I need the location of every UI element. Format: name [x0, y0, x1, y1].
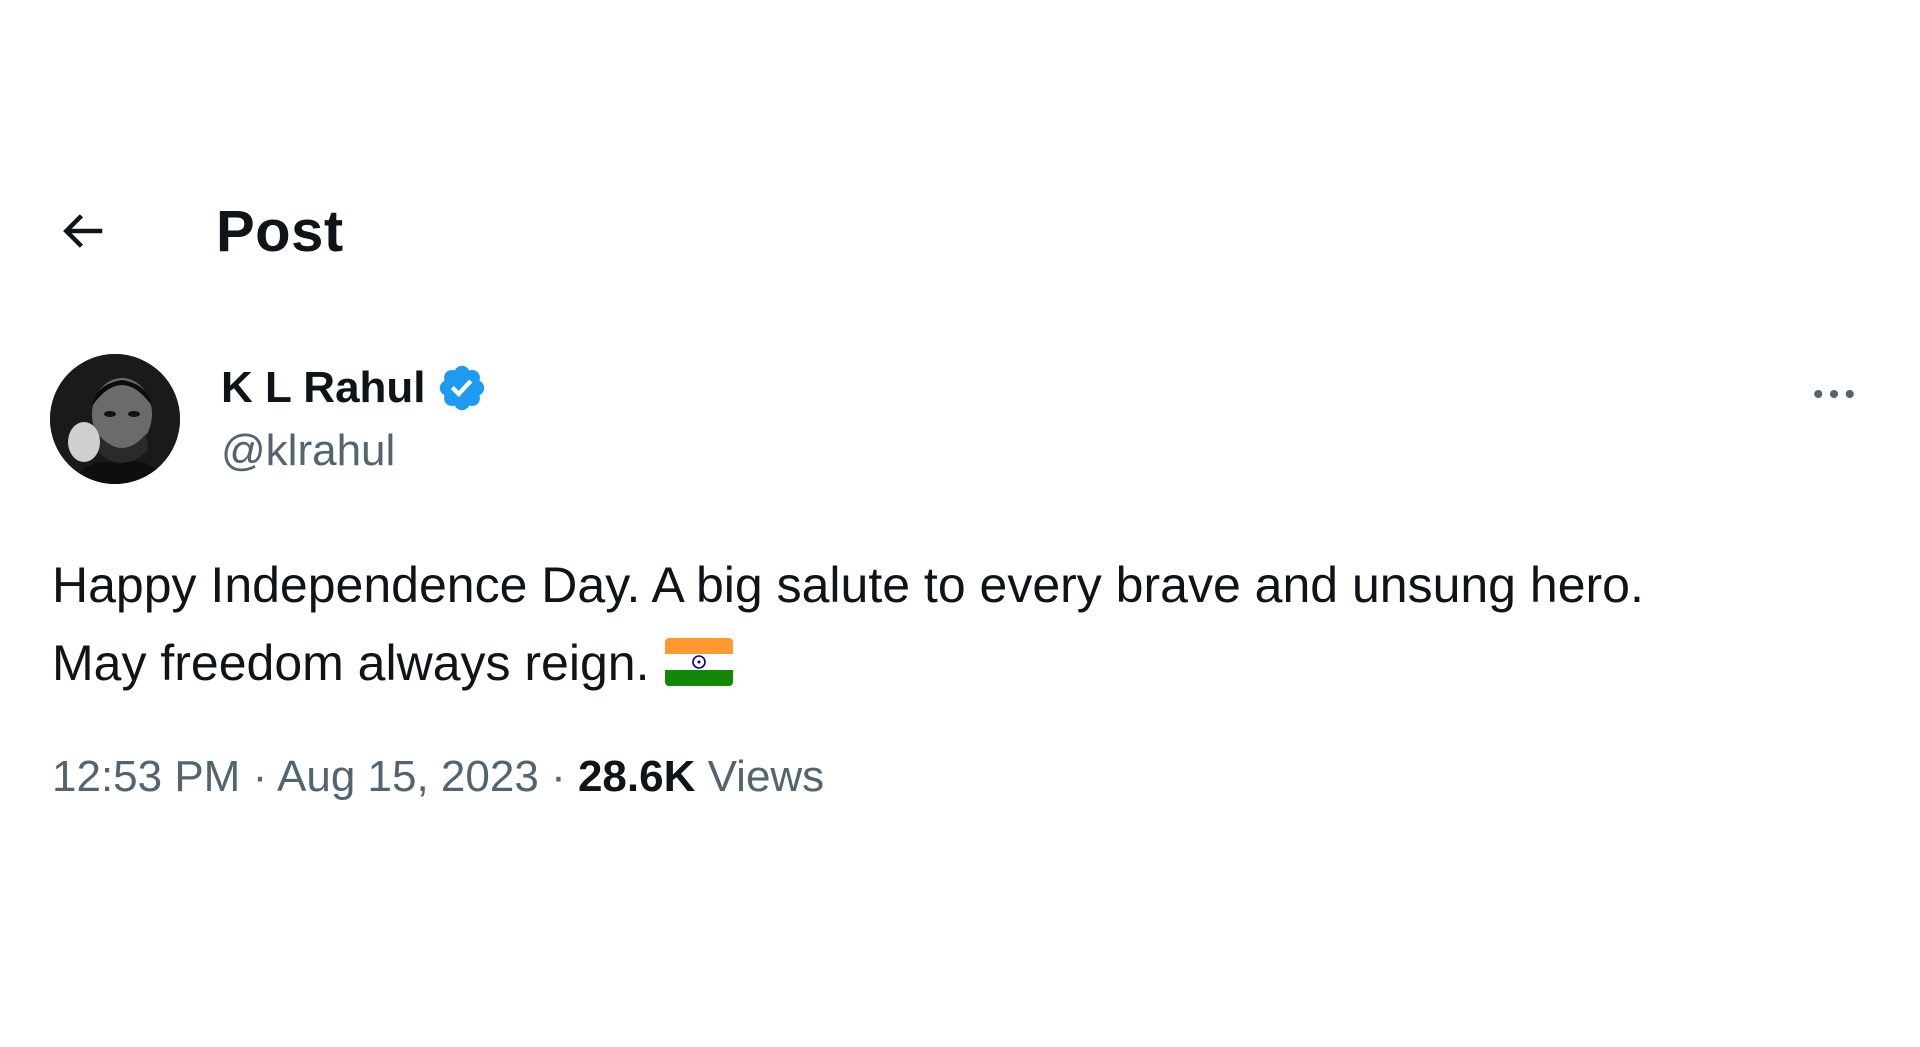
- verified-badge-icon[interactable]: [436, 362, 488, 414]
- back-button[interactable]: [46, 195, 118, 267]
- page-title: Post: [216, 198, 344, 264]
- author-display-name[interactable]: K L Rahul: [221, 363, 426, 413]
- meta-separator: ·: [252, 752, 268, 801]
- post-text-line: Happy Independence Day. A big salute to …: [52, 557, 1644, 613]
- views-count: 28.6K: [577, 752, 696, 801]
- avatar-image: [50, 354, 180, 484]
- post-text-line-content: May freedom always reign.: [52, 635, 650, 691]
- more-dots-icon: [1814, 389, 1854, 399]
- post-author: K L Rahul @klrahul: [50, 354, 1870, 486]
- india-flag-icon: [665, 630, 734, 686]
- post-text-line: May freedom always reign.: [52, 624, 1872, 702]
- back-arrow-icon: [63, 214, 103, 248]
- more-options-button[interactable]: [1798, 368, 1870, 420]
- meta-separator: ·: [551, 752, 566, 801]
- post-text: Happy Independence Day. A big salute to …: [52, 546, 1872, 702]
- post-header: Post: [50, 190, 344, 272]
- post-time[interactable]: 12:53 PM: [52, 752, 240, 801]
- post-page: Post K L Rahul @klrahul Happy Independen…: [0, 0, 1920, 1047]
- avatar[interactable]: [50, 354, 180, 484]
- views-label: Views: [707, 752, 825, 801]
- author-name-row: K L Rahul: [221, 362, 488, 414]
- post-meta: 12:53 PM · Aug 15, 2023 · 28.6K Views: [52, 752, 824, 802]
- post-date[interactable]: Aug 15, 2023: [277, 752, 539, 801]
- author-handle[interactable]: @klrahul: [221, 426, 395, 476]
